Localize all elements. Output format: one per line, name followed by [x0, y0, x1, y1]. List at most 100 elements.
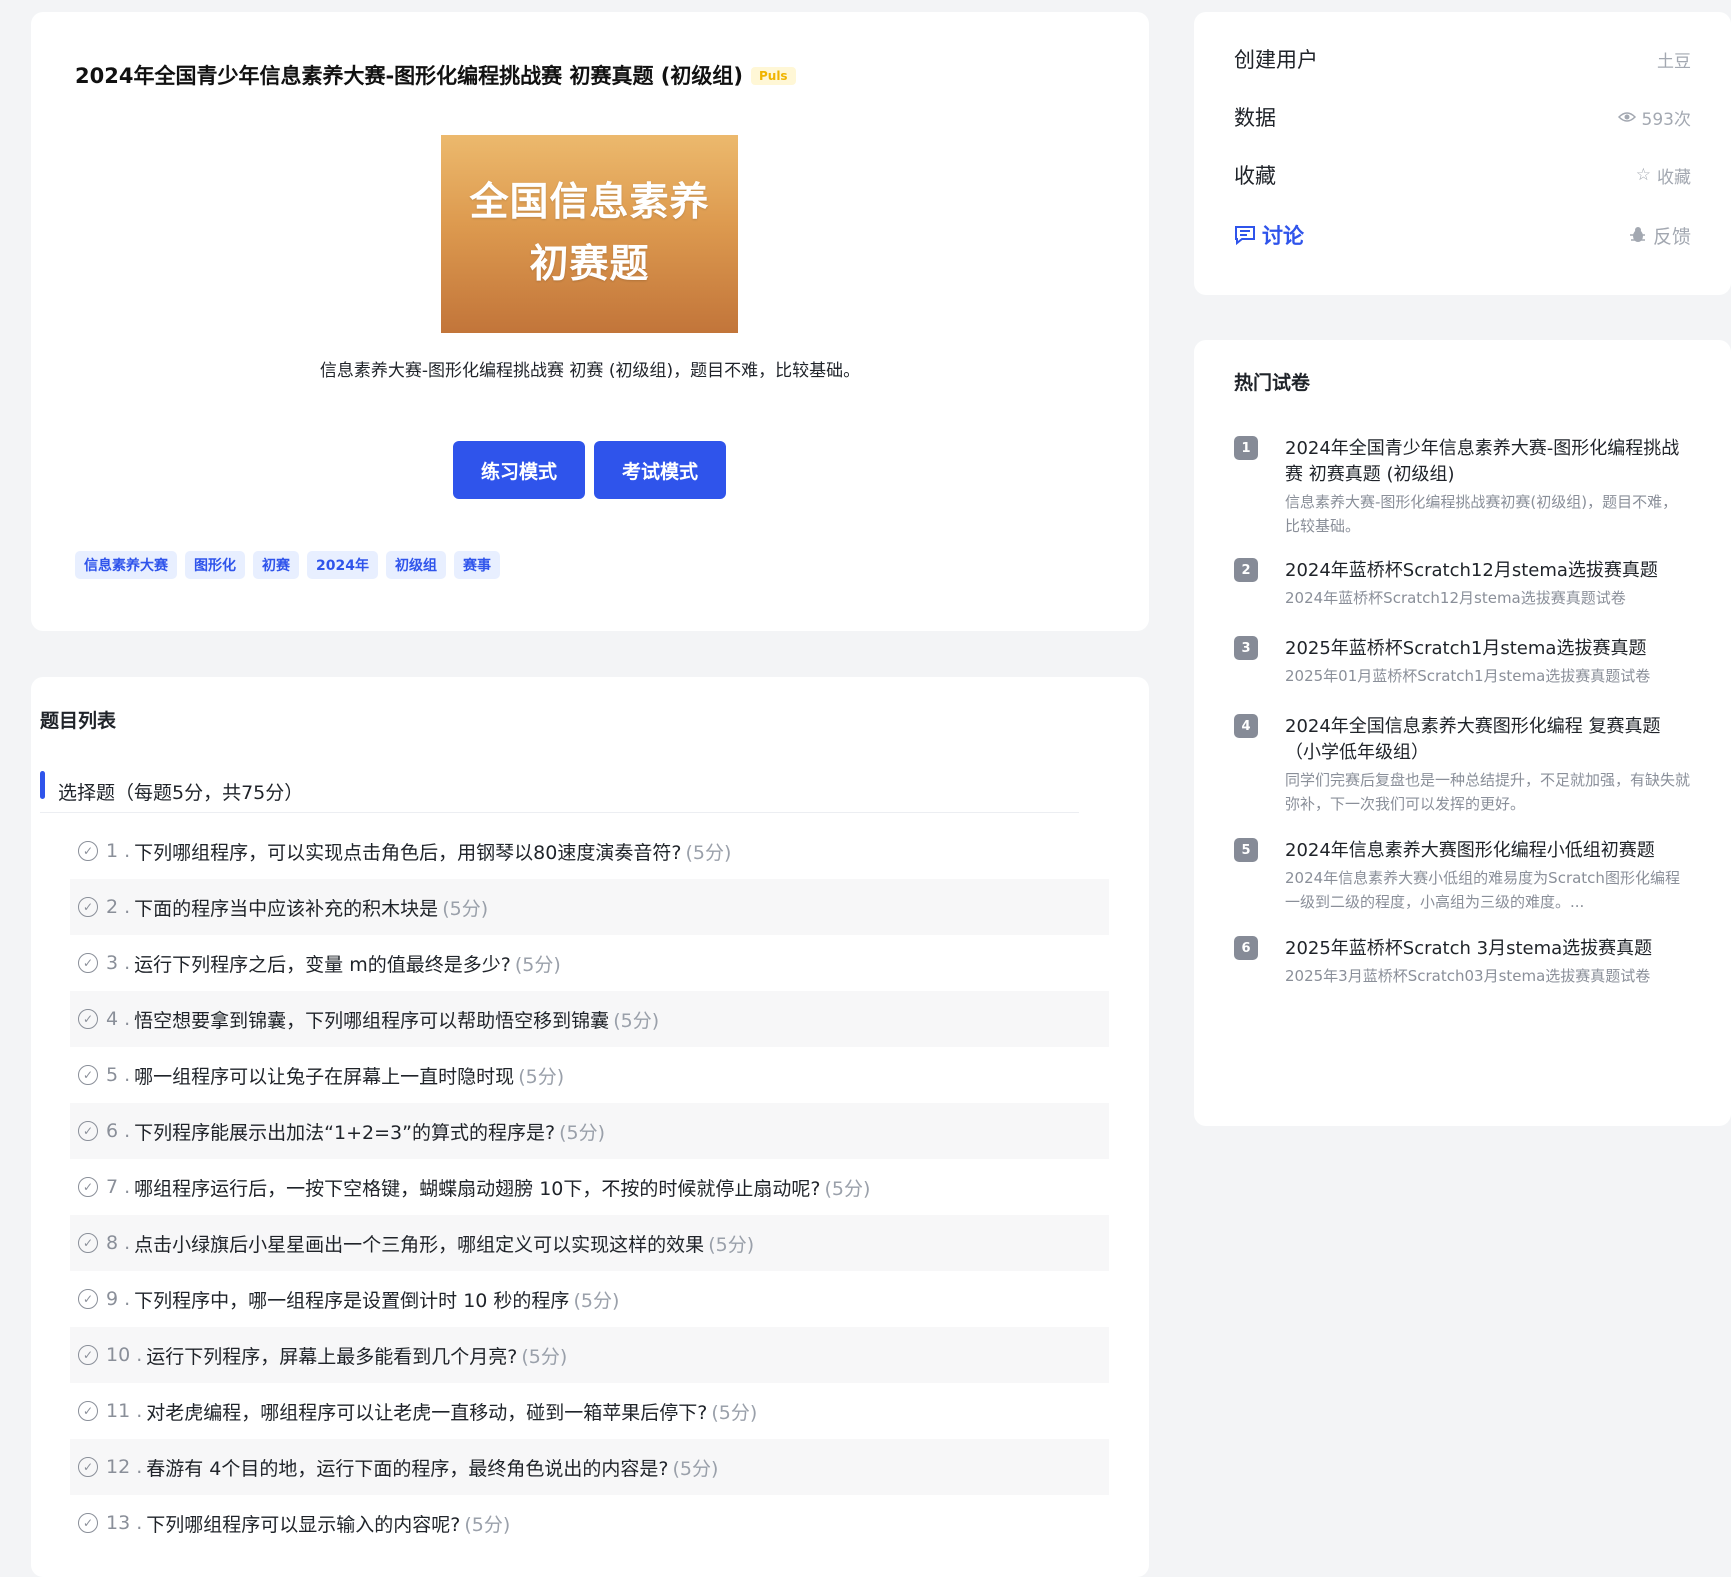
tag[interactable]: 2024年	[307, 551, 378, 579]
hot-paper-name[interactable]: 2024年信息素养大赛图形化编程小低组初赛题	[1285, 838, 1691, 864]
question-number: 6 .	[106, 1120, 131, 1142]
question-score: (5分)	[559, 1121, 605, 1144]
favorite-label: 收藏	[1234, 164, 1276, 188]
hot-papers-title: 热门试卷	[1234, 372, 1311, 394]
creator-value[interactable]: 土豆	[1657, 47, 1691, 72]
exam-overview-card: 2024年全国青少年信息素养大赛-图形化编程挑战赛 初赛真题 (初级组) Puls…	[31, 12, 1149, 631]
exam-mode-button[interactable]: 考试模式	[594, 441, 726, 499]
question-text: 哪一组程序可以让兔子在屏幕上一直时隐时现	[134, 1065, 515, 1088]
question-text: 悟空想要拿到锦囊，下列哪组程序可以帮助悟空移到锦囊	[134, 1009, 610, 1032]
check-circle-icon: ✓	[78, 1177, 98, 1197]
rank-badge: 3	[1234, 636, 1258, 660]
question-row[interactable]: ✓ 6 . 下列程序能展示出加法“1+2=3”的算式的程序是? (5分)	[70, 1103, 1109, 1159]
check-circle-icon: ✓	[78, 1121, 98, 1141]
check-circle-icon: ✓	[78, 1233, 98, 1253]
question-row[interactable]: ✓ 7 . 哪组程序运行后，一按下空格键，蝴蝶扇动翅膀 10下，不按的时候就停止扇动…	[70, 1159, 1109, 1215]
tag[interactable]: 图形化	[185, 551, 245, 579]
question-row[interactable]: ✓ 11 . 对老虎编程，哪组程序可以让老虎一直移动，碰到一箱苹果后停下? (5分)	[70, 1383, 1109, 1439]
question-number: 10 .	[106, 1344, 143, 1366]
question-row[interactable]: ✓ 13 . 下列哪组程序可以显示输入的内容呢? (5分)	[70, 1495, 1109, 1551]
question-score: (5分)	[711, 1401, 758, 1424]
question-score: (5分)	[685, 841, 732, 864]
question-text: 春游有 4个目的地，运行下面的程序，最终角色说出的内容是?	[146, 1457, 669, 1480]
question-row[interactable]: ✓ 4 . 悟空想要拿到锦囊，下列哪组程序可以帮助悟空移到锦囊 (5分)	[70, 991, 1109, 1047]
tag[interactable]: 初级组	[385, 551, 446, 579]
question-row[interactable]: ✓ 1 . 下列哪组程序，可以实现点击角色后，用钢琴以80速度演奏音符? (5分)	[70, 823, 1109, 879]
hot-paper-name[interactable]: 2025年蓝桥杯Scratch1月stema选拔赛真题	[1285, 636, 1691, 662]
rank-badge: 6	[1234, 936, 1258, 960]
hot-paper-desc: 2025年01月蓝桥杯Scratch1月stema选拔赛真题试卷	[1285, 667, 1651, 685]
discuss-row: 讨论 反馈	[1234, 218, 1691, 252]
discuss-link[interactable]: 讨论	[1234, 220, 1304, 250]
check-circle-icon: ✓	[78, 1401, 98, 1421]
rank-badge: 4	[1234, 714, 1258, 738]
feedback-button[interactable]: 反馈	[1629, 222, 1691, 249]
puls-badge: Puls	[750, 67, 796, 85]
question-text: 下列哪组程序可以显示输入的内容呢?	[146, 1513, 461, 1536]
view-count: 593次	[1617, 105, 1691, 130]
question-row[interactable]: ✓ 2 . 下面的程序当中应该补充的积木块是 (5分)	[70, 879, 1109, 935]
rank-badge: 2	[1234, 558, 1258, 582]
question-text: 下列哪组程序，可以实现点击角色后，用钢琴以80速度演奏音符?	[134, 841, 682, 864]
creator-label: 创建用户	[1234, 48, 1318, 72]
exam-meta-card: 创建用户 土豆 数据 593次 收藏 ☆ 收藏 讨论 反馈	[1194, 12, 1731, 295]
hot-paper-name[interactable]: 2024年全国信息素养大赛图形化编程 复赛真题（小学低年级组）	[1285, 714, 1691, 766]
check-circle-icon: ✓	[78, 897, 98, 917]
rank-badge: 5	[1234, 838, 1258, 862]
discuss-label: 讨论	[1262, 224, 1304, 248]
question-text: 运行下列程序之后，变量 m的值最终是多少?	[134, 953, 511, 976]
question-number: 7 .	[106, 1176, 131, 1198]
feedback-label: 反馈	[1652, 225, 1691, 248]
question-number: 12 .	[106, 1456, 143, 1478]
question-text: 点击小绿旗后小星星画出一个三角形，哪组定义可以实现这样的效果	[134, 1233, 705, 1256]
question-text: 下面的程序当中应该补充的积木块是	[134, 897, 439, 920]
question-number: 13 .	[106, 1512, 143, 1534]
question-score: (5分)	[824, 1177, 871, 1200]
cover-image: 全国信息素养 初赛题	[441, 135, 738, 333]
question-row[interactable]: ✓ 3 . 运行下列程序之后，变量 m的值最终是多少? (5分)	[70, 935, 1109, 991]
question-score: (5分)	[672, 1457, 719, 1480]
question-score: (5分)	[518, 1065, 565, 1088]
tag[interactable]: 赛事	[453, 551, 500, 579]
practice-mode-button[interactable]: 练习模式	[453, 441, 585, 499]
question-score: (5分)	[573, 1289, 620, 1312]
question-row[interactable]: ✓ 8 . 点击小绿旗后小星星画出一个三角形，哪组定义可以实现这样的效果 (5分)	[70, 1215, 1109, 1271]
question-row[interactable]: ✓ 12 . 春游有 4个目的地，运行下面的程序，最终角色说出的内容是? (5分)	[70, 1439, 1109, 1495]
exam-title: 2024年全国青少年信息素养大赛-图形化编程挑战赛 初赛真题 (初级组)	[75, 64, 743, 88]
check-circle-icon: ✓	[78, 1009, 98, 1029]
hot-paper-desc: 同学们完赛后复盘也是一种总结提升，不足就加强，有缺失就弥补，下一次我们可以发挥的…	[1285, 771, 1691, 813]
check-circle-icon: ✓	[78, 1457, 98, 1477]
hot-paper-name[interactable]: 2024年全国青少年信息素养大赛-图形化编程挑战赛 初赛真题 (初级组)	[1285, 436, 1691, 488]
data-row: 数据 593次	[1234, 100, 1691, 134]
question-number: 1 .	[106, 840, 131, 862]
hot-paper-desc: 2024年信息素养大赛小低组的难易度为Scratch图形化编程一级到二级的程度，…	[1285, 869, 1680, 911]
hot-paper-name[interactable]: 2024年蓝桥杯Scratch12月stema选拔赛真题	[1285, 558, 1691, 584]
question-text: 哪组程序运行后，一按下空格键，蝴蝶扇动翅膀 10下，不按的时候就停止扇动呢?	[134, 1177, 821, 1200]
favorite-button[interactable]: ☆ 收藏	[1636, 163, 1691, 188]
question-text: 对老虎编程，哪组程序可以让老虎一直移动，碰到一箱苹果后停下?	[146, 1401, 708, 1424]
star-icon: ☆	[1635, 165, 1651, 185]
check-circle-icon: ✓	[78, 1513, 98, 1533]
question-number: 3 .	[106, 952, 131, 974]
question-score: (5分)	[521, 1345, 568, 1368]
question-row[interactable]: ✓ 9 . 下列程序中，哪一组程序是设置倒计时 10 秒的程序 (5分)	[70, 1271, 1109, 1327]
question-number: 11 .	[106, 1400, 143, 1422]
view-count-value: 593次	[1641, 109, 1691, 130]
question-score: (5分)	[514, 953, 561, 976]
question-score: (5分)	[442, 897, 489, 920]
question-row[interactable]: ✓ 5 . 哪一组程序可以让兔子在屏幕上一直时隐时现 (5分)	[70, 1047, 1109, 1103]
question-text: 运行下列程序，屏幕上最多能看到几个月亮?	[146, 1345, 518, 1368]
eye-icon	[1617, 112, 1636, 122]
cover-line2: 初赛题	[529, 242, 650, 287]
tag[interactable]: 初赛	[253, 551, 299, 579]
exam-description: 信息素养大赛-图形化编程挑战赛 初赛 (初级组)，题目不难，比较基础。	[319, 361, 861, 381]
question-list: ✓ 1 . 下列哪组程序，可以实现点击角色后，用钢琴以80速度演奏音符? (5分) ✓ 2…	[70, 823, 1109, 1551]
question-number: 5 .	[106, 1064, 131, 1086]
tag[interactable]: 信息素养大赛	[75, 551, 177, 579]
question-number: 2 .	[106, 896, 131, 918]
hot-paper-name[interactable]: 2025年蓝桥杯Scratch 3月stema选拔赛真题	[1285, 936, 1691, 962]
question-number: 8 .	[106, 1232, 131, 1254]
question-text: 下列程序能展示出加法“1+2=3”的算式的程序是?	[134, 1121, 556, 1144]
question-row[interactable]: ✓ 10 . 运行下列程序，屏幕上最多能看到几个月亮? (5分)	[70, 1327, 1109, 1383]
question-number: 4 .	[106, 1008, 131, 1030]
